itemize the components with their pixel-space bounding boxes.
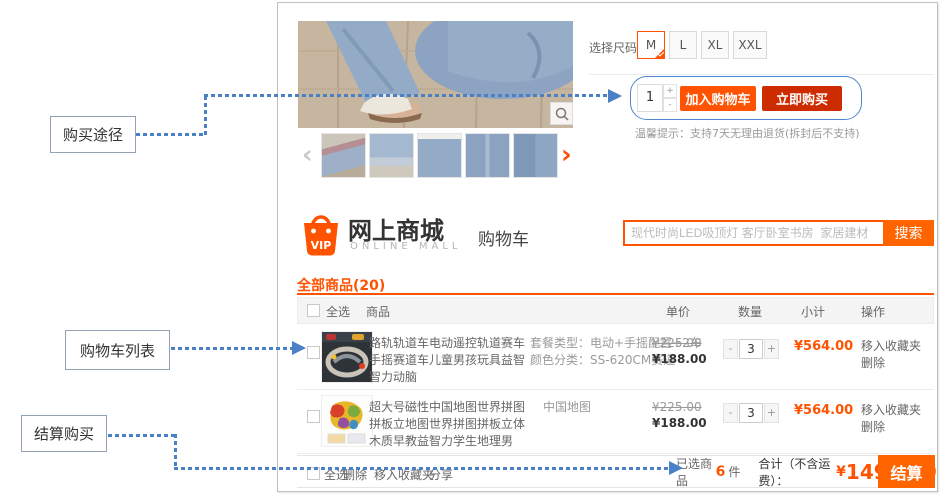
select-all-label: 全选 [326,303,350,320]
row1-subtotal: ¥564.00 [794,339,853,354]
row1-qty-value[interactable]: 3 [739,339,763,359]
divider [589,74,934,75]
gallery-thumbnail-4[interactable] [465,133,510,178]
gallery-thumbnail-5[interactable] [513,133,558,178]
buy-now-button[interactable]: 立即购买 [762,86,842,111]
mockup-canvas: ‹ › 选择尺码: M L XL XXL 1 + - 加入购物车 立即购买 温馨… [0,0,940,495]
magnifier-icon [555,107,569,121]
annotation-line [108,434,176,437]
row2-qty-value[interactable]: 3 [739,403,763,423]
gallery-prev-button[interactable]: ‹ [302,133,313,178]
add-to-cart-button[interactable]: 加入购物车 [680,86,756,111]
select-all-checkbox[interactable] [307,304,320,317]
total-label: 合计（不含运费）： [758,455,836,489]
annotation-line [204,94,609,97]
annotation-checkout: 结算购买 [21,415,107,452]
search-button[interactable]: 搜索 [883,220,934,246]
section-underline [297,293,934,295]
quantity-value[interactable]: 1 [637,84,663,112]
total-currency: ¥ [836,464,846,480]
annotation-line [204,96,207,136]
column-unit-price: 单价 [666,303,690,320]
row2-move-to-favorites[interactable]: 移入收藏夹 [861,401,921,418]
china-map-image [322,396,372,446]
size-option-l[interactable]: L [669,31,697,59]
row1-qty-increase[interactable]: + [764,339,779,359]
annotation-purchase-path: 购买途径 [50,116,136,153]
shopping-bag-icon: VIP [299,209,343,257]
row2-quantity-stepper: - 3 + [723,403,779,423]
size-selector-label: 选择尺码: [589,39,641,56]
image-zoom-button[interactable] [550,102,573,125]
row2-subtotal: ¥564.00 [794,403,853,418]
row1-checkbox[interactable] [307,346,320,359]
cart-table-header [297,297,934,324]
row2-qty-decrease[interactable]: - [723,403,738,423]
row2-delete[interactable]: 删除 [861,418,885,435]
size-option-m[interactable]: M [637,31,665,59]
store-logo: VIP [299,209,343,257]
annotation-arrow-icon [669,461,683,475]
race-track-image [322,332,372,382]
annotation-arrow-icon [292,341,306,355]
gallery-next-button[interactable]: › [561,133,572,178]
storefront-panel: ‹ › 选择尺码: M L XL XXL 1 + - 加入购物车 立即购买 温馨… [277,2,938,492]
size-option-xl[interactable]: XL [701,31,729,59]
annotation-cart-list: 购物车列表 [65,330,170,370]
gallery-thumbnail-3[interactable] [417,133,462,178]
column-actions: 操作 [861,303,885,320]
annotation-arrow-icon [608,89,622,103]
row-divider [297,389,934,390]
quantity-decrease-button[interactable]: - [663,98,677,112]
row1-quantity-stepper: - 3 + [723,339,779,359]
row1-original-price: ¥225.00 [652,336,702,350]
selected-check-icon [654,48,665,59]
main-image-art [298,21,573,128]
gallery-thumbnail-2[interactable] [369,133,414,178]
row2-product-title[interactable]: 超大号磁性中国地图世界拼图拼板立地图世界拼图拼板立体木质早教益智力学生地理男 [369,399,527,450]
annotation-line [136,133,206,136]
size-option-xxl[interactable]: XXL [733,31,767,59]
column-quantity: 数量 [738,303,762,320]
row2-checkbox[interactable] [307,410,320,423]
row1-product-image[interactable] [321,331,373,383]
checkout-button[interactable]: 结算 [878,455,935,488]
row2-original-price: ¥225.00 [652,400,702,414]
row-divider [297,453,934,454]
row1-move-to-favorites[interactable]: 移入收藏夹 [861,337,921,354]
store-name-english: ONLINE MALL [350,241,461,252]
gallery-thumbnail-1[interactable] [321,133,366,178]
cart-section-title: 全部商品(20) [297,275,385,295]
selected-items-unit: 件 [728,463,740,480]
annotation-line [171,347,293,350]
search-input[interactable] [623,220,885,246]
annotation-line [174,434,177,470]
row1-price: ¥188.00 [652,352,707,366]
row2-price: ¥188.00 [652,416,707,430]
return-policy-tip: 温馨提示：支持7天无理由退货(拆封后不支持) [635,125,860,141]
row1-qty-decrease[interactable]: - [723,339,738,359]
column-subtotal: 小计 [801,303,825,320]
product-main-image [298,21,573,128]
page-title: 购物车 [478,225,529,250]
row2-qty-increase[interactable]: + [764,403,779,423]
row2-product-image[interactable] [321,395,373,447]
row1-product-title[interactable]: 路轨轨道车电动遥控轨道赛车手摇赛道车儿童男孩玩具益智智力动脑 [369,335,527,386]
selected-items-count: 6 [713,464,729,480]
quantity-increase-button[interactable]: + [663,84,677,98]
row2-spec-1: 中国地图 [543,399,591,416]
annotation-line [174,467,670,470]
column-product: 商品 [366,303,390,320]
logo-vip-text: VIP [311,239,332,252]
row1-delete[interactable]: 删除 [861,354,885,371]
